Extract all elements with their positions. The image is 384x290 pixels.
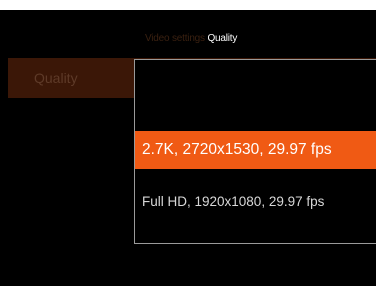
option-full-hd[interactable]: Full HD, 1920x1080, 29.97 fps xyxy=(135,182,377,220)
frame-border-bottom xyxy=(0,286,384,290)
quality-dropdown: 2.7K, 2720x1530, 29.97 fps Full HD, 1920… xyxy=(134,59,378,244)
breadcrumb-current: Quality xyxy=(207,33,238,44)
camera-settings-screen: Video settings Quality Quality 2.7K, 272… xyxy=(0,0,384,290)
option-2-7k[interactable]: 2.7K, 2720x1530, 29.97 fps xyxy=(135,131,377,169)
option-label: Full HD, 1920x1080, 29.97 fps xyxy=(142,193,325,209)
frame-border-top xyxy=(0,0,384,10)
breadcrumb-parent: Video settings xyxy=(145,33,205,44)
menu-item-label: Quality xyxy=(34,70,78,86)
breadcrumb: Video settings Quality xyxy=(145,33,237,44)
frame-border-right xyxy=(376,0,384,290)
option-label: 2.7K, 2720x1530, 29.97 fps xyxy=(142,141,332,158)
